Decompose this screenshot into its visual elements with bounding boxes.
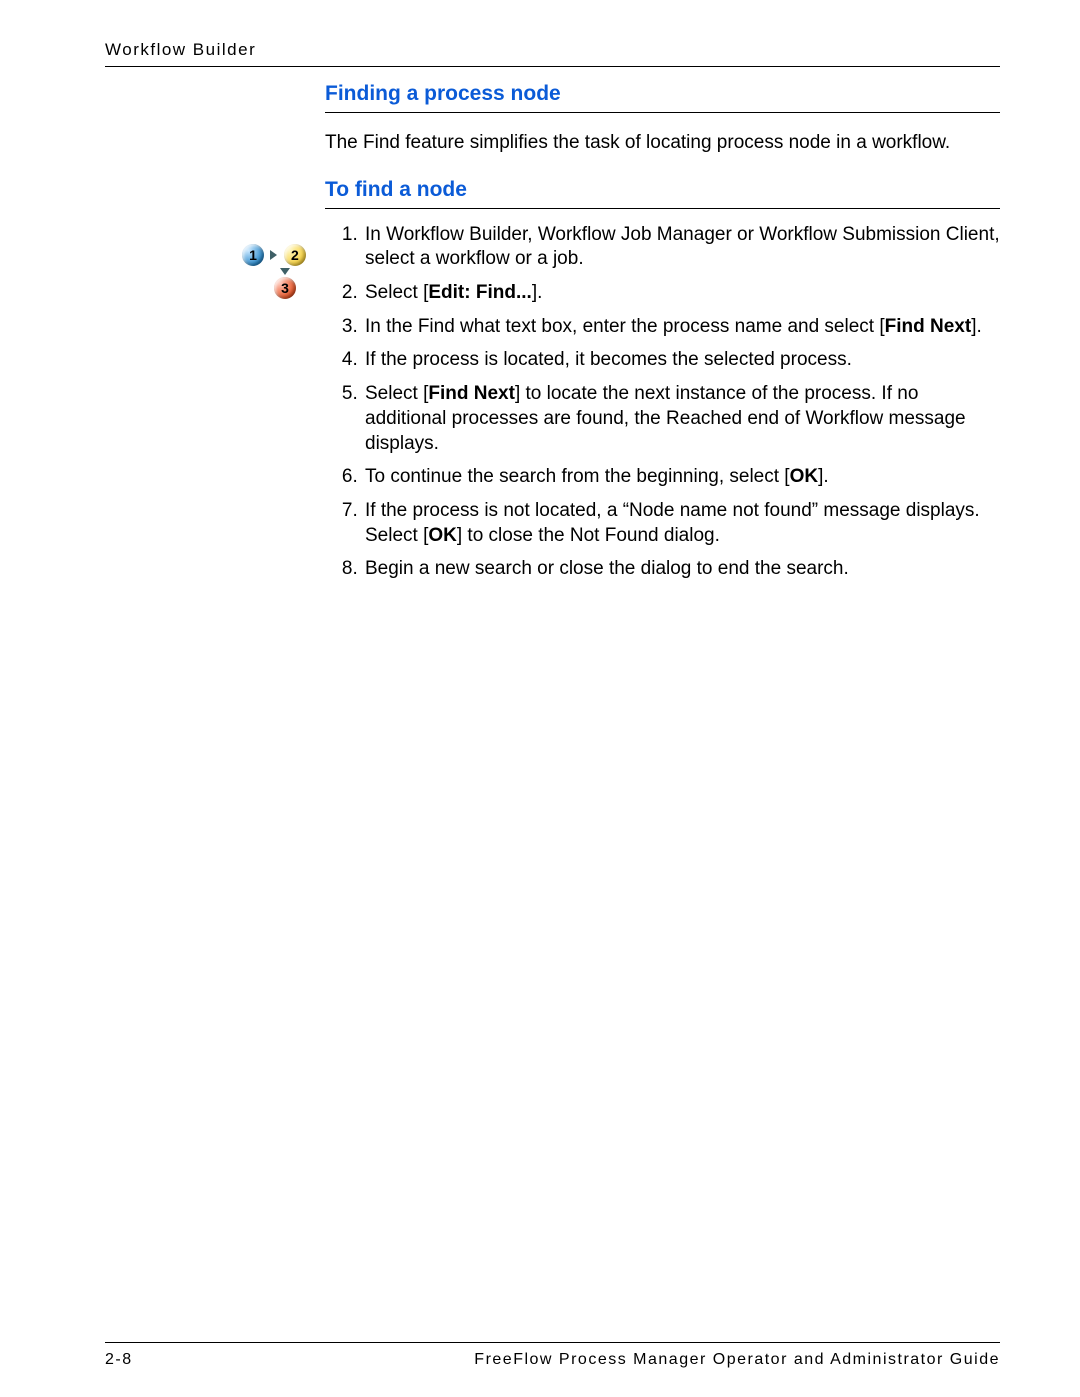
page-header: Workflow Builder — [105, 40, 1000, 67]
node-1-icon: 1 — [242, 244, 264, 266]
intro-paragraph: The Find feature simplifies the task of … — [325, 131, 1000, 156]
node-2-icon: 2 — [284, 244, 306, 266]
step-4: If the process is located, it becomes th… — [363, 348, 1000, 373]
document-title: FreeFlow Process Manager Operator and Ad… — [474, 1351, 1000, 1369]
step-8: Begin a new search or close the dialog t… — [363, 557, 1000, 582]
page-number: 2-8 — [105, 1351, 133, 1369]
node-3-icon: 3 — [274, 277, 296, 299]
footer-divider — [105, 1342, 1000, 1343]
arrow-down-icon — [280, 268, 290, 275]
step-1: In Workflow Builder, Workflow Job Manage… — [363, 223, 1000, 272]
step-2: Select [Edit: Find...]. — [363, 281, 1000, 306]
section-name: Workflow Builder — [105, 40, 256, 59]
step-3: In the Find what text box, enter the pro… — [363, 315, 1000, 340]
step-6: To continue the search from the beginnin… — [363, 465, 1000, 490]
step-7: If the process is not located, a “Node n… — [363, 499, 1000, 548]
heading-finding: Finding a process node — [325, 82, 1000, 113]
arrow-right-icon — [270, 250, 277, 260]
heading-to-find: To find a node — [325, 178, 1000, 209]
content-area: Finding a process node The Find feature … — [325, 70, 1000, 591]
step-5: Select [Find Next] to locate the next in… — [363, 382, 1000, 456]
page-footer: 2-8 FreeFlow Process Manager Operator an… — [105, 1351, 1000, 1369]
steps-list: In Workflow Builder, Workflow Job Manage… — [325, 223, 1000, 582]
step-diagram-icon: 1 2 3 — [242, 244, 302, 299]
